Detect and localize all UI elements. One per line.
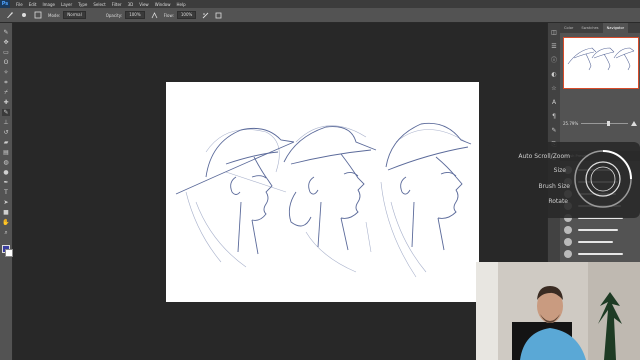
magic-wand-icon[interactable]: ✧ xyxy=(2,69,10,76)
brush-preset-item[interactable] xyxy=(564,237,634,247)
brush-tip-preview xyxy=(564,238,572,246)
brush-panel-toggle[interactable] xyxy=(34,11,42,19)
healing-icon[interactable]: ✚ xyxy=(2,99,10,106)
brush-size-dot[interactable] xyxy=(20,11,28,19)
stamp-icon[interactable]: ⊥ xyxy=(2,119,10,126)
zoom-icon[interactable]: ⌕ xyxy=(2,229,10,236)
overlay-size[interactable]: Size xyxy=(554,167,566,174)
opacity-input[interactable]: 100% xyxy=(125,11,145,19)
airbrush-toggle[interactable] xyxy=(202,12,209,19)
menu-filter[interactable]: Filter xyxy=(112,2,122,7)
zoom-value[interactable]: 25.79% xyxy=(563,121,578,126)
brush-stroke-preview xyxy=(578,241,613,243)
brush-preset-picker[interactable] xyxy=(6,11,14,19)
history-icon[interactable]: ◫ xyxy=(550,29,558,37)
zoom-slider[interactable] xyxy=(581,120,628,126)
menu-3d[interactable]: 3D xyxy=(128,2,134,7)
zoom-slider-knob[interactable] xyxy=(606,120,610,126)
tab-color[interactable]: Color xyxy=(560,23,577,33)
pressure-icon xyxy=(151,11,157,18)
brush-stroke-preview xyxy=(578,229,618,231)
type-icon[interactable]: T xyxy=(2,189,10,196)
brush-icon xyxy=(7,12,13,18)
lasso-icon[interactable]: ʘ xyxy=(2,59,10,66)
brush-preset-item[interactable] xyxy=(564,249,634,259)
brush-preset-item[interactable] xyxy=(564,225,634,235)
menu-image[interactable]: Image xyxy=(42,2,55,7)
mode-select[interactable]: Normal xyxy=(63,11,86,19)
pressure-opacity-toggle[interactable] xyxy=(151,11,158,19)
tab-navigator[interactable]: Navigator xyxy=(602,23,629,33)
menu-file[interactable]: File xyxy=(16,2,23,7)
airbrush-icon xyxy=(203,12,209,18)
tools-panel: ✎ ✥ ▭ ʘ ✧ ⌗ ⌿ ✚ ✎ ⊥ ↺ ▰ ▤ ◍ ● ✒ T ➤ ■ ✋ ⌕ xyxy=(0,23,13,360)
webcam-overlay xyxy=(476,262,640,360)
brush-settings-icon[interactable]: ✎ xyxy=(550,127,558,135)
dodge-icon[interactable]: ● xyxy=(2,169,10,176)
move-icon[interactable]: ✥ xyxy=(2,39,10,46)
flow-label: Flow: xyxy=(163,12,174,18)
tab-swatches[interactable]: Swatches xyxy=(577,23,602,33)
background-color-swatch[interactable] xyxy=(5,249,13,257)
radial-menu-overlay: Auto Scroll/Zoom Size Brush Size Rotate xyxy=(488,142,640,218)
brush-icon[interactable]: ✎ xyxy=(2,29,10,36)
brush-tip-icon xyxy=(22,13,26,17)
zoom-in-icon[interactable] xyxy=(631,120,637,126)
navigator-zoom: 25.79% xyxy=(563,120,637,126)
path-select-icon[interactable]: ➤ xyxy=(2,199,10,206)
flow-input[interactable]: 100% xyxy=(176,11,197,19)
photoshop-logo: Ps xyxy=(0,0,10,8)
info-icon[interactable]: ⓘ xyxy=(550,57,558,65)
menu-bar: Ps File Edit Image Layer Type Select Fil… xyxy=(0,0,640,8)
blur-icon[interactable]: ◍ xyxy=(2,159,10,166)
menu-edit[interactable]: Edit xyxy=(29,2,37,7)
hand-icon[interactable]: ✋ xyxy=(2,219,10,226)
brush-panel-icon xyxy=(34,11,42,19)
character-icon[interactable]: A xyxy=(550,99,558,107)
pressure-size-toggle[interactable] xyxy=(215,12,222,19)
brush-tip-preview xyxy=(564,226,572,234)
top-panel-tabs: Color Swatches Navigator xyxy=(560,23,640,33)
overlay-auto-scroll-zoom[interactable]: Auto Scroll/Zoom xyxy=(518,153,570,160)
document-canvas[interactable] xyxy=(166,82,479,302)
menu-view[interactable]: View xyxy=(139,2,149,7)
menu-select[interactable]: Select xyxy=(93,2,105,7)
menu-type[interactable]: Type xyxy=(78,2,87,7)
navigator-thumbnail[interactable] xyxy=(563,37,639,89)
overlay-brush-size[interactable]: Brush Size xyxy=(538,183,570,190)
webcam-video xyxy=(476,262,640,360)
brush-tip-preview xyxy=(564,250,572,258)
pen-icon[interactable]: ✒ xyxy=(2,179,10,186)
menu-help[interactable]: Help xyxy=(176,2,185,7)
properties-icon[interactable]: ☰ xyxy=(550,43,558,51)
radial-dial-icon[interactable] xyxy=(572,148,634,210)
eraser-icon[interactable]: ▰ xyxy=(2,139,10,146)
paragraph-icon[interactable]: ¶ xyxy=(550,113,558,121)
brush-tool-icon[interactable]: ✎ xyxy=(2,109,10,116)
gradient-icon[interactable]: ▤ xyxy=(2,149,10,156)
styles-icon[interactable]: ☆ xyxy=(550,85,558,93)
menu-layer[interactable]: Layer xyxy=(61,2,72,7)
overlay-rotate[interactable]: Rotate xyxy=(548,198,568,205)
brush-stroke-preview xyxy=(578,253,623,255)
sketch-artwork xyxy=(175,122,472,278)
navigator-preview xyxy=(567,47,635,71)
pressure-size-icon xyxy=(215,12,222,18)
shape-icon[interactable]: ■ xyxy=(2,209,10,216)
crop-icon[interactable]: ⌗ xyxy=(2,79,10,86)
opacity-label: Opacity: xyxy=(105,12,123,18)
mode-label: Mode: xyxy=(48,12,61,18)
menu-window[interactable]: Window xyxy=(155,2,171,7)
adjustments-icon[interactable]: ◐ xyxy=(550,71,558,79)
options-bar: Mode: Normal Opacity: 100% Flow: 100% xyxy=(0,8,640,23)
history-brush-icon[interactable]: ↺ xyxy=(2,129,10,136)
eyedropper-icon[interactable]: ⌿ xyxy=(2,89,10,96)
marquee-icon[interactable]: ▭ xyxy=(2,49,10,56)
